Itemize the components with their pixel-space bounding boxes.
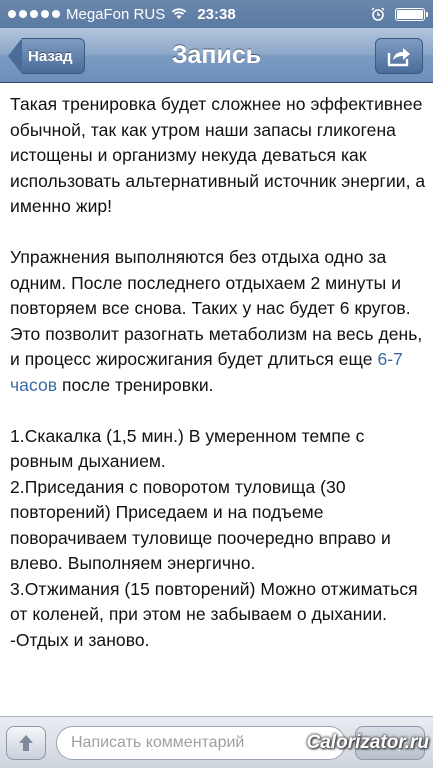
back-button-label: Назад: [22, 38, 86, 74]
article-body: Такая тренировка будет сложнее но эффект…: [10, 92, 426, 653]
article-paragraph: Такая тренировка будет сложнее но эффект…: [10, 94, 426, 216]
status-bar: MegaFon RUS 23:38: [0, 0, 433, 28]
send-button[interactable]: Отпр.: [355, 726, 425, 760]
battery-icon: [395, 7, 428, 21]
carrier-name: MegaFon RUS: [66, 5, 166, 23]
signal-strength-icon: [8, 10, 60, 18]
status-time: 23:38: [197, 5, 236, 23]
wifi-icon: [172, 8, 187, 19]
list-item: 1.Скакалка (1,5 мин.) В умеренном темпе …: [10, 425, 365, 472]
share-button[interactable]: [375, 38, 423, 74]
alarm-icon: [371, 7, 385, 21]
comment-input[interactable]: [56, 726, 346, 760]
upload-arrow-icon: [19, 735, 33, 751]
back-button[interactable]: Назад: [8, 38, 86, 74]
battery-level: [397, 9, 423, 19]
article-text: после тренировки.: [57, 374, 214, 395]
upload-button[interactable]: [6, 726, 46, 760]
comment-bar: Отпр.: [0, 716, 433, 768]
list-item: 3.Отжимания (15 повторений) Можно отжима…: [10, 578, 418, 625]
article-text: Упражнения выполняются без отдыха одно з…: [10, 247, 423, 369]
back-arrow-icon: [8, 38, 22, 74]
navigation-bar: Запись Назад: [0, 28, 433, 83]
article-paragraph: Упражнения выполняются без отдыха одно з…: [10, 245, 426, 398]
list-item: 2.Приседания с поворотом туловища (30 по…: [10, 476, 391, 574]
list-item: -Отдых и заново.: [10, 629, 150, 650]
share-icon: [387, 48, 410, 67]
